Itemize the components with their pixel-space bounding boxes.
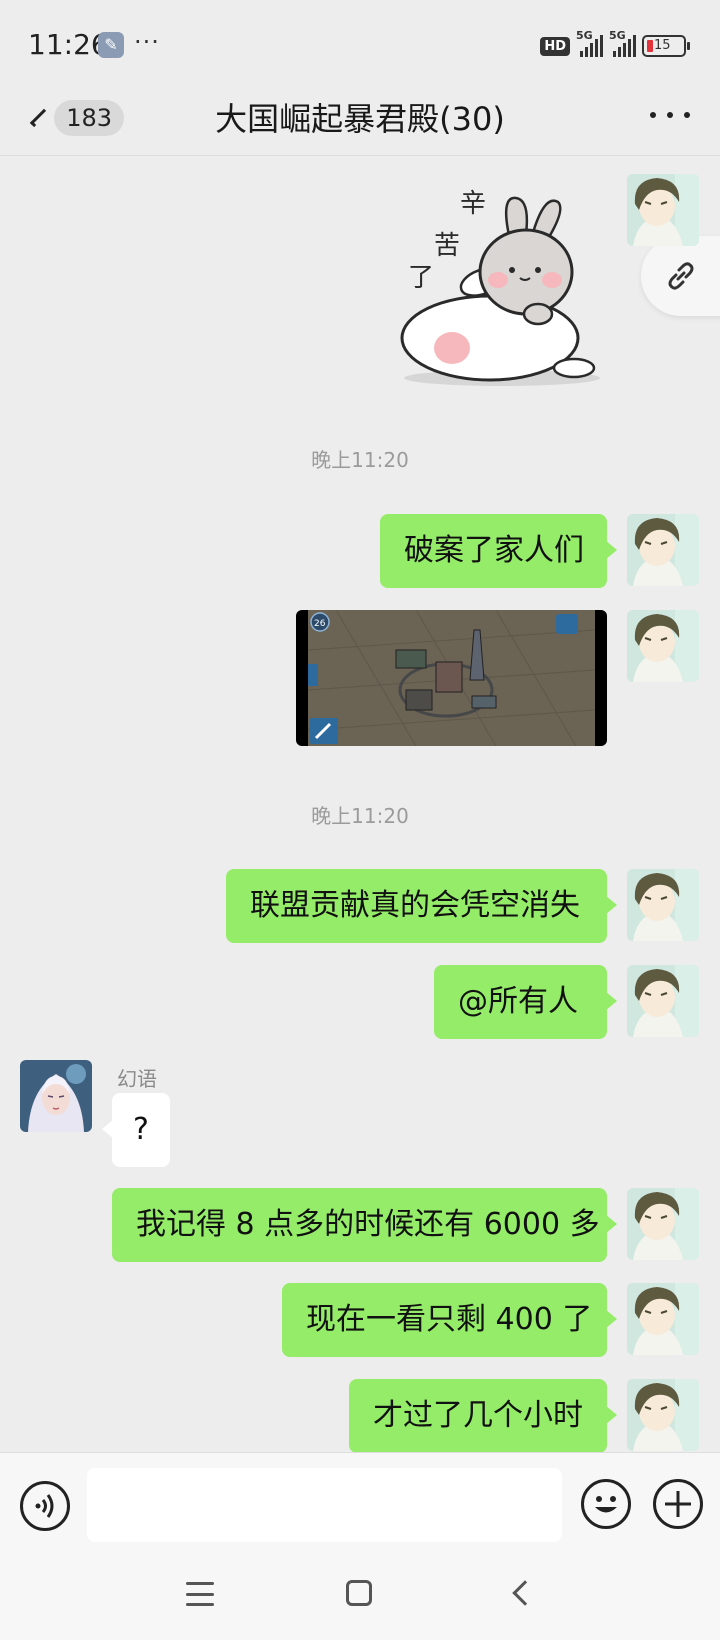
wrench-icon: ✎ — [98, 32, 124, 58]
sticker-image[interactable]: 辛 苦 了 — [398, 182, 608, 388]
sender-name: 幻语 — [117, 1067, 157, 1091]
avatar[interactable] — [627, 1188, 699, 1260]
system-back-button[interactable] — [512, 1580, 538, 1606]
avatar[interactable] — [20, 1060, 92, 1132]
voice-icon — [35, 1494, 54, 1518]
signal-icon: 5G — [576, 29, 603, 57]
voice-input-button[interactable] — [20, 1481, 70, 1531]
message-bubble[interactable]: 我记得 8 点多的时候还有 6000 多 — [112, 1188, 617, 1262]
chevron-left-icon — [29, 108, 49, 128]
sticker-text: 辛 — [460, 189, 486, 219]
signal-label: 5G — [576, 29, 593, 42]
avatar[interactable] — [627, 869, 699, 941]
avatar[interactable] — [627, 174, 699, 246]
home-button[interactable] — [346, 1580, 372, 1606]
avatar[interactable] — [627, 1379, 699, 1451]
battery-icon: 15 — [642, 35, 690, 57]
signal-label: 5G — [609, 29, 626, 42]
link-button[interactable] — [641, 236, 720, 316]
message-input[interactable] — [87, 1468, 562, 1542]
sticker-text: 苦 — [434, 231, 460, 261]
message-bubble[interactable]: ? — [102, 1093, 170, 1167]
unread-count-badge: 183 — [54, 100, 124, 136]
avatar[interactable] — [627, 1283, 699, 1355]
chat-header: 大国崛起暴君殿(30) 183 — [0, 90, 720, 156]
input-bar — [0, 1452, 720, 1556]
header-divider — [0, 155, 720, 156]
more-notifications-icon: ··· — [134, 28, 160, 56]
message-bubble[interactable]: @所有人 — [434, 965, 617, 1039]
status-time: 11:26 — [28, 28, 109, 61]
message-timestamp: 晚上11:20 — [311, 804, 409, 828]
avatar[interactable] — [627, 514, 699, 586]
emoji-button[interactable] — [581, 1479, 631, 1529]
message-bubble[interactable]: 才过了几个小时 — [349, 1379, 617, 1453]
status-bar: 11:26 ✎ ··· HD 5G 5G 15 — [0, 0, 720, 90]
message-timestamp: 晚上11:20 — [311, 448, 409, 472]
sticker-text: 了 — [408, 263, 434, 293]
avatar[interactable] — [627, 965, 699, 1037]
back-button[interactable]: 183 — [28, 96, 124, 140]
hd-icon: HD — [540, 36, 570, 56]
signal-icon: 5G — [609, 29, 636, 57]
game-level: 26 — [314, 619, 326, 629]
smiley-icon — [595, 1496, 617, 1513]
message-bubble[interactable]: 现在一看只剩 400 了 — [282, 1283, 617, 1357]
message-bubble[interactable]: 破案了家人们 — [380, 514, 617, 588]
system-nav-bar — [0, 1556, 720, 1640]
image-message[interactable]: 26 — [296, 610, 607, 746]
link-icon — [668, 262, 694, 290]
status-icons: HD 5G 5G 15 — [540, 29, 690, 60]
more-options-button[interactable] — [650, 100, 690, 130]
recent-apps-button[interactable] — [186, 1582, 214, 1606]
message-bubble[interactable]: 联盟贡献真的会凭空消失 — [226, 869, 617, 943]
add-attachment-button[interactable] — [653, 1479, 703, 1529]
avatar[interactable] — [627, 610, 699, 682]
